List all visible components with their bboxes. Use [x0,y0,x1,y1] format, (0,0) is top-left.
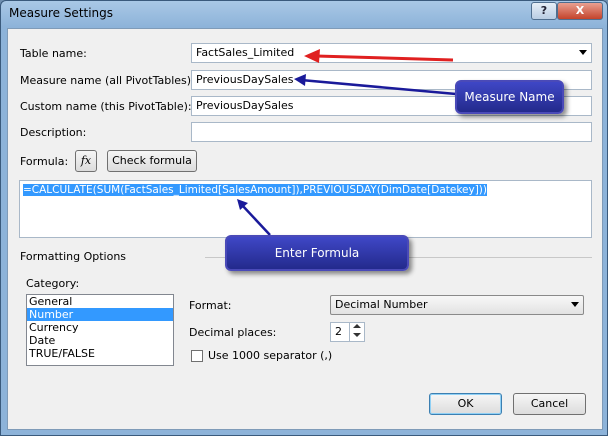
help-button[interactable]: ? [531,2,557,20]
blue-arrow-formula-icon [237,199,271,236]
title-bar: Measure Settings ? X [1,1,607,27]
close-button[interactable]: X [557,2,603,20]
dialog-body: Table name: FactSales_Limited Measure na… [7,28,603,430]
measure-name-callout: Measure Name [455,80,564,114]
enter-formula-callout: Enter Formula [225,235,409,271]
blue-arrow-measure-icon [294,74,457,96]
measure-settings-dialog: Measure Settings ? X Table name: FactSal… [0,0,608,436]
window-title: Measure Settings [9,6,114,20]
red-arrow-icon [304,49,454,63]
